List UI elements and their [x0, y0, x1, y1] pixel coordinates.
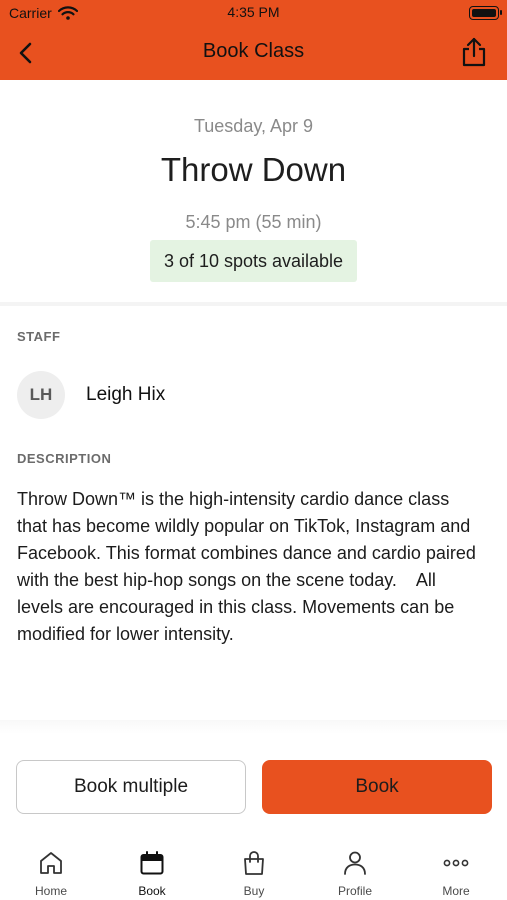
staff-avatar: LH: [17, 371, 65, 419]
class-time: 5:45 pm (55 min): [185, 212, 322, 232]
tab-buy[interactable]: Buy: [214, 840, 294, 900]
book-button[interactable]: Book: [262, 760, 492, 814]
tab-book[interactable]: Book: [112, 840, 192, 900]
calendar-icon: [140, 851, 164, 875]
staff-row[interactable]: LH Leigh Hix: [17, 370, 165, 420]
nav-bar: Book Class: [0, 26, 507, 80]
tab-profile[interactable]: Profile: [315, 840, 395, 900]
tab-bar: Home Book Buy Profile More: [0, 840, 507, 900]
staff-name: Leigh Hix: [86, 384, 166, 405]
book-multiple-button[interactable]: Book multiple: [16, 760, 246, 814]
tab-home-label: Home: [34, 884, 67, 898]
class-title: Throw Down: [160, 151, 347, 188]
class-date: Tuesday, Apr 9: [193, 116, 314, 136]
battery-icon: [469, 6, 502, 20]
share-icon: [462, 37, 486, 67]
staff-section-label: STAFF: [17, 329, 61, 344]
shopping-bag-icon: [244, 851, 264, 875]
more-dots-icon: [443, 859, 469, 867]
tab-more-label: More: [442, 884, 470, 898]
page-title: Book Class: [202, 40, 305, 62]
footer-divider: [0, 720, 507, 734]
section-divider: [0, 302, 507, 306]
tab-profile-label: Profile: [337, 884, 372, 898]
person-icon: [344, 851, 366, 875]
header: Carrier 4:35 PM Book Class: [0, 0, 507, 80]
status-time: 4:35 PM: [227, 4, 280, 20]
home-icon: [40, 852, 62, 874]
description-section-label: DESCRIPTION: [17, 451, 112, 466]
tab-buy-label: Buy: [243, 884, 265, 898]
class-description: Throw Down™ is the high-intensity cardio…: [17, 489, 481, 644]
share-button[interactable]: [457, 34, 491, 70]
status-bar: Carrier 4:35 PM: [0, 0, 507, 26]
tab-more[interactable]: More: [416, 840, 496, 900]
tab-book-label: Book: [138, 884, 166, 898]
class-summary: Tuesday, Apr 9 Throw Down 5:45 pm (55 mi…: [0, 80, 507, 302]
tab-home[interactable]: Home: [11, 840, 91, 900]
spots-available-badge: 3 of 10 spots available: [150, 240, 357, 282]
